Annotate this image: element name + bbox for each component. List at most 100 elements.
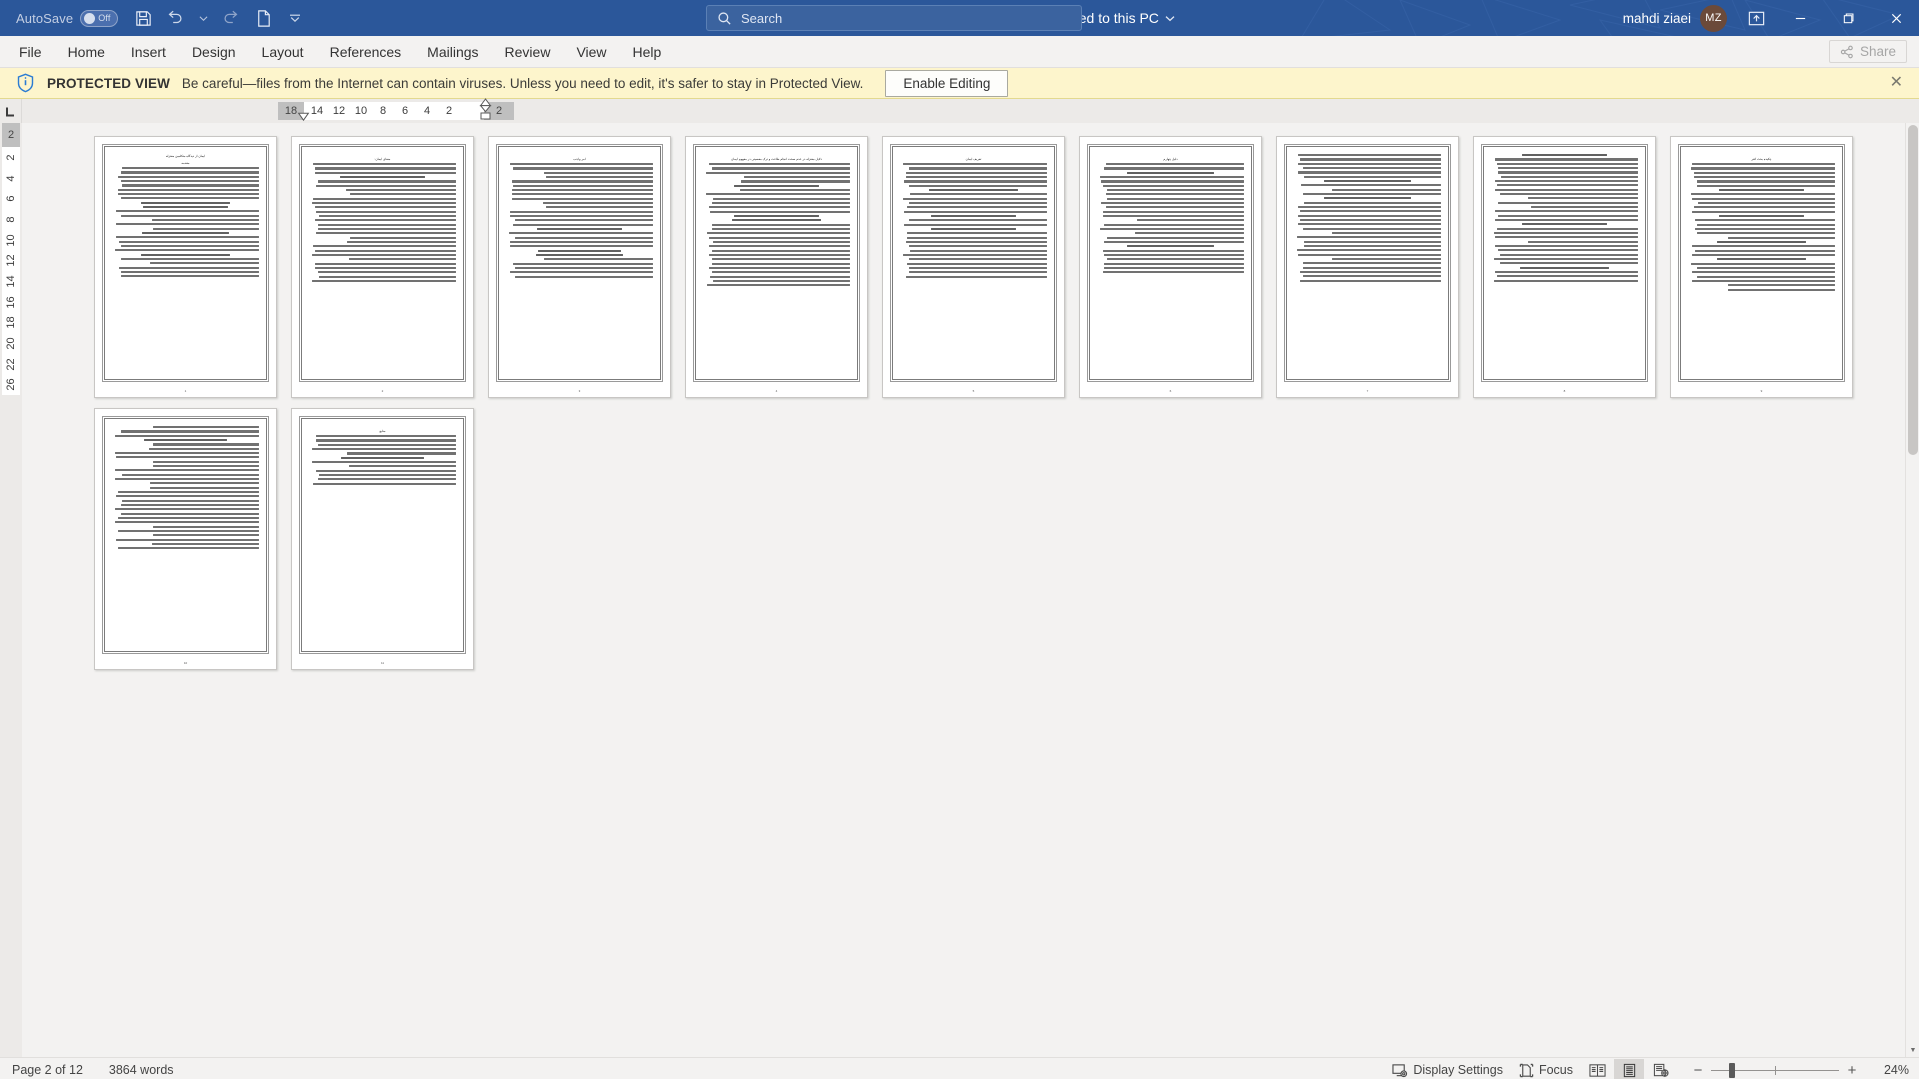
first-line-indent-marker-icon[interactable]	[297, 111, 310, 121]
read-mode-icon[interactable]	[1582, 1059, 1612, 1079]
print-layout-icon[interactable]	[1614, 1059, 1644, 1079]
page-text-line	[542, 201, 653, 205]
autosave-switch[interactable]: Off	[80, 9, 119, 27]
page-text-line	[347, 452, 456, 455]
page-text-line	[1692, 253, 1835, 257]
search-icon	[718, 11, 731, 25]
page-text-line	[117, 529, 259, 533]
focus-button[interactable]: Focus	[1511, 1060, 1581, 1079]
page-text-line	[311, 201, 456, 205]
tab-file[interactable]: File	[6, 36, 55, 67]
page-text-line	[120, 244, 259, 248]
tab-help[interactable]: Help	[620, 36, 675, 67]
page-text-line	[1302, 166, 1441, 170]
ruler-page-area[interactable]: 14 12 10 8 6 4 2	[297, 98, 492, 121]
page-text-line	[1324, 197, 1411, 200]
page-text-line	[1302, 192, 1441, 196]
autosave-switch-knob	[84, 12, 96, 24]
tab-view[interactable]: View	[563, 36, 619, 67]
page-thumbnail[interactable]: امر واجب 3	[488, 136, 671, 398]
page-thumbnail[interactable]: دلیل چهارم 6	[1079, 136, 1262, 398]
page-text-line	[904, 223, 1047, 226]
page-thumbnail[interactable]: چکیده بحث کفر 9	[1670, 136, 1853, 398]
page-text-line	[1690, 262, 1835, 265]
zoom-out-icon[interactable]: −	[1689, 1062, 1707, 1079]
page-text-line	[930, 227, 1017, 231]
close-icon[interactable]: ✕	[1890, 75, 1913, 91]
undo-dropdown-icon[interactable]	[192, 3, 214, 33]
page-text-line	[1693, 206, 1835, 209]
tab-layout[interactable]: Layout	[249, 36, 317, 67]
restore-icon[interactable]	[1825, 0, 1871, 36]
page-text-line	[904, 180, 1047, 183]
word-count[interactable]: 3864 words	[109, 1063, 174, 1077]
page-thumbnail[interactable]: تعریف ایمان 5	[882, 136, 1065, 398]
page-thumbnail[interactable]: معنای ایمان: 2	[291, 136, 474, 398]
page-heading: امر واجب	[573, 157, 586, 161]
page-text-line	[1332, 231, 1441, 235]
enable-editing-button[interactable]: Enable Editing	[885, 69, 1009, 97]
vertical-ruler[interactable]: 2 2 4 6 8 10 12 14 16 18 20 22 26	[0, 123, 22, 1057]
display-settings-button[interactable]: Display Settings	[1384, 1060, 1511, 1079]
vruler-tick: 12	[5, 254, 17, 267]
page-text-line	[708, 245, 850, 248]
page-text-line	[1520, 266, 1609, 269]
vertical-scrollbar[interactable]: ▲ ▼	[1905, 123, 1919, 1057]
page-text-line	[907, 232, 1047, 235]
undo-icon[interactable]	[160, 3, 190, 33]
page-text-line	[1299, 279, 1441, 282]
redo-icon[interactable]	[216, 3, 246, 33]
zoom-slider-handle[interactable]	[1729, 1062, 1735, 1078]
vruler-top-margin: 2	[2, 123, 20, 147]
page-content: منابع	[299, 416, 466, 654]
tab-home[interactable]: Home	[55, 36, 118, 67]
page-text-line	[319, 214, 456, 218]
zoom-slider[interactable]	[1711, 1062, 1839, 1078]
new-document-icon[interactable]	[248, 3, 278, 33]
save-icon[interactable]	[128, 3, 158, 33]
page-text-line	[1727, 284, 1835, 287]
zoom-control[interactable]: − + 24%	[1689, 1062, 1909, 1079]
tab-design[interactable]: Design	[179, 36, 249, 67]
zoom-in-icon[interactable]: +	[1843, 1062, 1861, 1079]
page-text-line	[348, 258, 456, 261]
quick-access-toolbar: AutoSave Off	[0, 3, 310, 33]
page-thumbnail[interactable]: 10	[94, 408, 277, 670]
share-button[interactable]: Share	[1828, 40, 1907, 63]
close-icon[interactable]	[1873, 0, 1919, 36]
page-text-line	[151, 218, 259, 222]
page-text-line	[1304, 240, 1441, 243]
right-indent-marker-icon[interactable]	[479, 98, 492, 120]
tab-stop-left-icon[interactable]	[0, 99, 22, 123]
page-text-line	[908, 258, 1047, 261]
page-thumbnail[interactable]: دلایل معتزله در عدم صحت انجام طاعت و ترک…	[685, 136, 868, 398]
page-text-line	[1718, 214, 1805, 218]
zoom-level[interactable]: 24%	[1869, 1063, 1909, 1077]
web-layout-icon[interactable]	[1646, 1059, 1676, 1079]
page-grid: ایمان از دیدگاه متکلمین معتزله مقدمه 1 معنا…	[22, 123, 1905, 670]
page-status[interactable]: Page 2 of 12	[12, 1063, 83, 1077]
page-thumbnail[interactable]: منابع 11	[291, 408, 474, 670]
page-text-line	[1298, 223, 1441, 226]
page-text-line	[313, 482, 456, 485]
search-input[interactable]: Search	[706, 5, 1082, 31]
page-text-line	[313, 163, 456, 166]
autosave-toggle[interactable]: AutoSave Off	[8, 5, 126, 31]
account-button[interactable]: mahdi ziaei MZ	[1615, 3, 1735, 33]
page-thumbnail[interactable]: ایمان از دیدگاه متکلمین معتزله مقدمه 1	[94, 136, 277, 398]
page-text-line	[514, 275, 653, 278]
minimize-icon[interactable]	[1777, 0, 1823, 36]
ribbon-display-options-icon[interactable]	[1737, 3, 1775, 33]
customize-quick-access-toolbar-icon[interactable]	[280, 3, 310, 33]
tab-mailings[interactable]: Mailings	[414, 36, 491, 67]
autosave-label: AutoSave	[16, 10, 74, 26]
tab-references[interactable]: References	[317, 36, 415, 67]
scrollbar-thumb[interactable]	[1908, 125, 1918, 455]
page-thumbnail[interactable]: 8	[1473, 136, 1656, 398]
tab-review[interactable]: Review	[492, 36, 564, 67]
horizontal-ruler[interactable]: 18 14 12 10 8 6 4 2 2	[278, 98, 514, 121]
scroll-down-icon[interactable]: ▼	[1906, 1043, 1919, 1057]
page-text-line	[1102, 184, 1244, 187]
tab-insert[interactable]: Insert	[118, 36, 179, 67]
page-thumbnail[interactable]: 7	[1276, 136, 1459, 398]
